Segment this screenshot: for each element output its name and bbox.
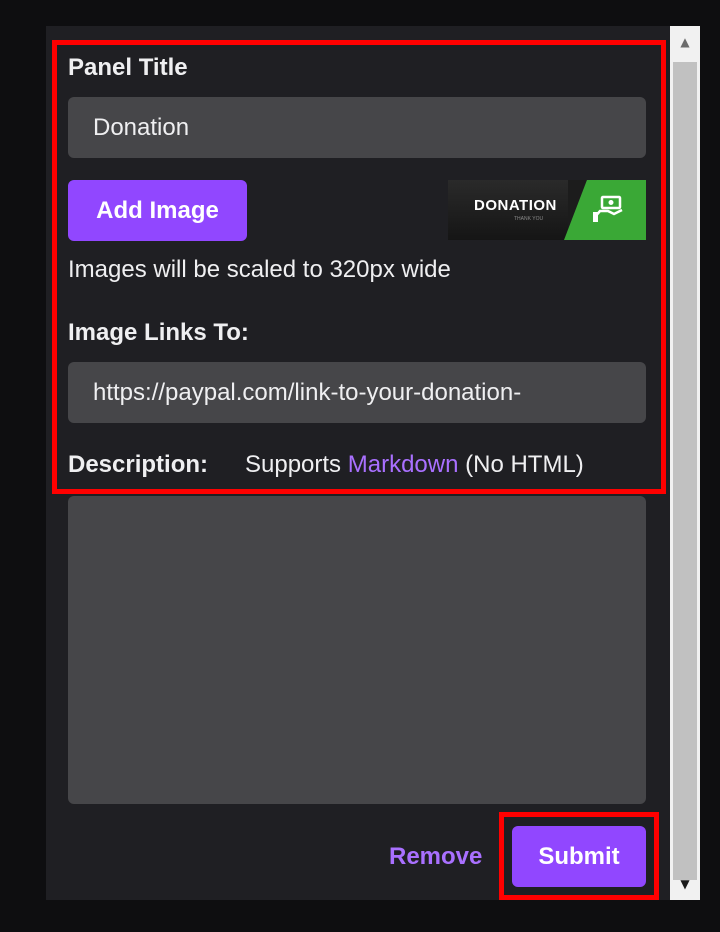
vertical-scrollbar[interactable]: ▲ ▼ xyxy=(670,26,700,900)
scroll-down-arrow-icon[interactable]: ▼ xyxy=(670,868,700,900)
scrollbar-thumb[interactable] xyxy=(673,62,697,880)
highlight-box-form xyxy=(52,40,666,494)
highlight-box-submit xyxy=(499,812,659,900)
scroll-up-arrow-icon[interactable]: ▲ xyxy=(670,26,700,58)
remove-button[interactable]: Remove xyxy=(389,843,482,871)
description-textarea[interactable] xyxy=(68,496,646,804)
